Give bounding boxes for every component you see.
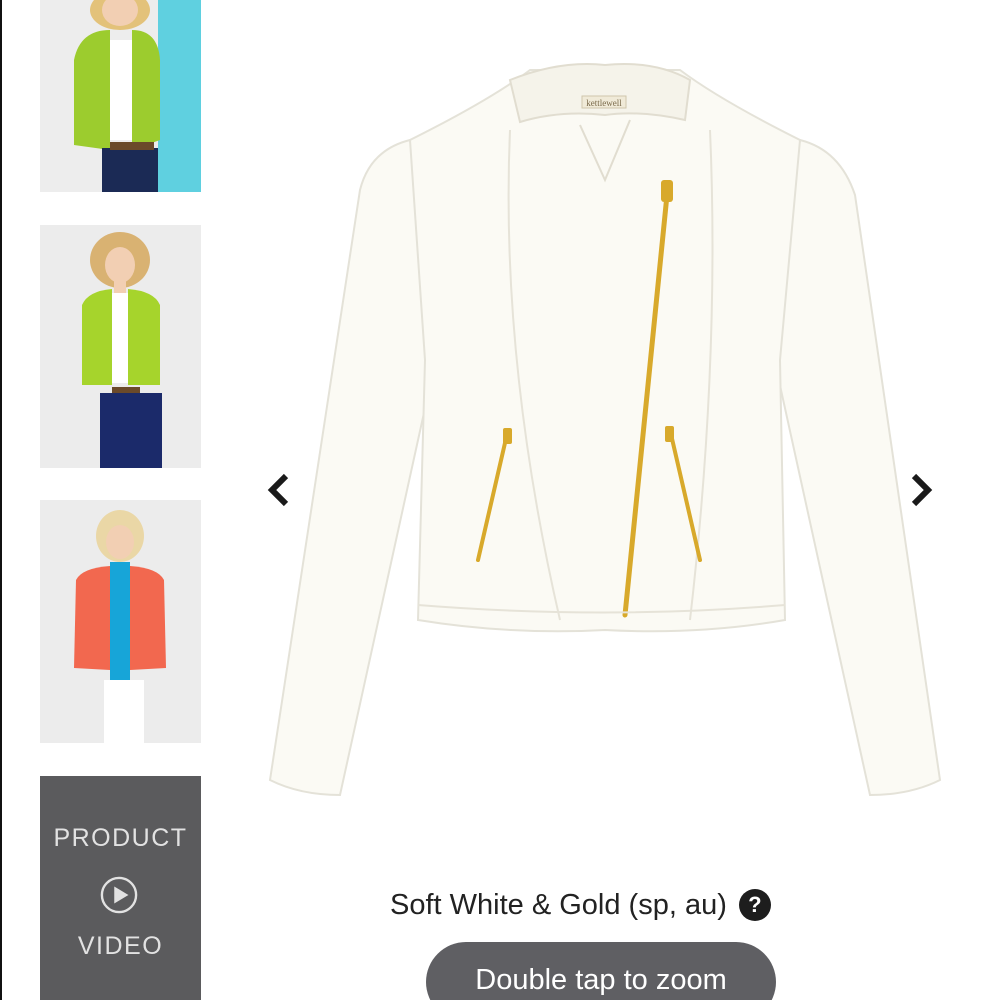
zoom-hint-pill: Double tap to zoom — [426, 942, 776, 1000]
product-video-tile[interactable]: PRODUCT VIDEO — [40, 776, 201, 1000]
color-name-text: Soft White & Gold (sp, au) — [390, 888, 727, 921]
product-gallery-page: PRODUCT VIDEO kettlewell Soft White & Go… — [0, 0, 1000, 1000]
left-edge-divider — [0, 0, 2, 1000]
white-jacket-illustration: kettlewell — [268, 63, 942, 797]
thumbnail-1[interactable] — [40, 0, 201, 192]
play-icon — [100, 876, 138, 914]
chevron-left-icon — [267, 473, 289, 507]
color-name-label: Soft White & Gold (sp, au) ? — [390, 883, 771, 927]
main-product-image[interactable]: kettlewell — [260, 60, 950, 810]
previous-image-button[interactable] — [264, 470, 292, 510]
thumbnail-3[interactable] — [40, 500, 201, 743]
thumbnail-2-image — [40, 225, 201, 468]
thumbnail-2[interactable] — [40, 225, 201, 468]
thumbnail-1-image — [40, 0, 201, 192]
thumbnail-3-image — [40, 500, 201, 743]
chevron-right-icon — [911, 473, 933, 507]
video-tile-bottom-label: VIDEO — [77, 932, 164, 960]
help-icon[interactable]: ? — [738, 889, 771, 921]
video-tile-top-label: PRODUCT — [53, 824, 188, 852]
next-image-button[interactable] — [908, 470, 936, 510]
brand-tag: kettlewell — [586, 98, 622, 108]
